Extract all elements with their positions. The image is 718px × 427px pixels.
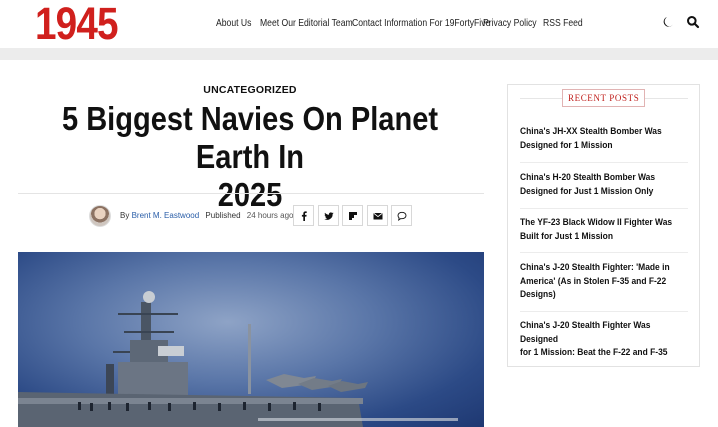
facebook-icon bbox=[301, 210, 307, 221]
recent-post-link[interactable]: China's J-20 Stealth Fighter Was Designe… bbox=[520, 319, 687, 360]
share-flipboard-button[interactable] bbox=[342, 205, 363, 226]
email-icon bbox=[373, 212, 382, 219]
recent-post-link[interactable]: China's J-20 Stealth Fighter: 'Made in A… bbox=[520, 261, 687, 302]
search-icon[interactable] bbox=[686, 15, 700, 29]
share-facebook-button[interactable] bbox=[293, 205, 314, 226]
post-title-line: for 1 Mission: Beat the F-22 and F-35 bbox=[520, 347, 668, 357]
recent-post-link[interactable]: China's JH-XX Stealth Bomber Was Designe… bbox=[520, 125, 687, 152]
aircraft-carrier-illustration bbox=[18, 291, 458, 427]
site-header: 1945 About Us Meet Our Editorial Team Co… bbox=[0, 0, 718, 48]
post-title-line: China's H-20 Stealth Bomber Was bbox=[520, 172, 656, 182]
post-title-line: China's J-20 Stealth Fighter: 'Made in bbox=[520, 262, 670, 272]
article-title: 5 Biggest Navies On Planet Earth In 2025 bbox=[30, 100, 470, 214]
article-category[interactable]: UNCATEGORIZED bbox=[0, 84, 500, 96]
nav-privacy-policy[interactable]: Privacy Policy bbox=[483, 17, 537, 29]
post-divider bbox=[520, 252, 688, 253]
nav-rss-feed[interactable]: RSS Feed bbox=[543, 17, 583, 29]
recent-posts-widget: RECENT POSTS China's JH-XX Stealth Bombe… bbox=[507, 84, 700, 367]
share-twitter-button[interactable] bbox=[318, 205, 339, 226]
header-divider bbox=[0, 48, 718, 60]
author-link[interactable]: Brent M. Eastwood bbox=[132, 211, 200, 220]
article-title-line-1: 5 Biggest Navies On Planet Earth In bbox=[61, 100, 439, 175]
twitter-icon bbox=[323, 211, 334, 220]
post-title-line: China's JH-XX Stealth Bomber Was bbox=[520, 126, 662, 136]
share-comment-button[interactable] bbox=[391, 205, 412, 226]
post-title-line: China's J-20 Stealth Fighter Was Designe… bbox=[520, 320, 651, 344]
post-title-line: Built for Just 1 Mission bbox=[520, 230, 613, 241]
post-divider bbox=[520, 311, 688, 312]
post-title-line: The YF-23 Black Widow II Fighter Was bbox=[520, 217, 673, 227]
comment-icon bbox=[397, 211, 406, 221]
title-divider bbox=[18, 193, 484, 194]
moon-icon[interactable] bbox=[661, 15, 675, 29]
post-title-line: Designs) bbox=[520, 289, 556, 299]
recent-post-link[interactable]: China's H-20 Stealth Bomber Was Designed… bbox=[520, 171, 687, 198]
nav-contact[interactable]: Contact Information For 19FortyFive bbox=[352, 17, 490, 29]
share-email-button[interactable] bbox=[367, 205, 388, 226]
recent-post-link[interactable]: The YF-23 Black Widow II Fighter Was Bui… bbox=[520, 216, 687, 243]
nav-editorial-team[interactable]: Meet Our Editorial Team bbox=[260, 17, 353, 29]
post-divider bbox=[520, 162, 688, 163]
published-time: 24 hours ago bbox=[246, 211, 294, 220]
byline-by: By bbox=[120, 211, 130, 220]
published-label: Published bbox=[205, 211, 241, 220]
widget-heading: RECENT POSTS bbox=[562, 89, 646, 107]
flipboard-icon bbox=[348, 211, 357, 220]
site-logo[interactable]: 1945 bbox=[35, 0, 119, 48]
post-title-line: America' (As in Stolen F-35 and F-22 bbox=[520, 275, 667, 286]
author-avatar[interactable] bbox=[89, 205, 111, 227]
post-title-line: Designed for 1 Mission bbox=[520, 139, 613, 150]
hero-image bbox=[18, 252, 484, 427]
post-title-line: Designed for Just 1 Mission Only bbox=[520, 185, 654, 196]
nav-about-us[interactable]: About Us bbox=[216, 17, 251, 29]
byline: By Brent M. Eastwood Published 24 hours … bbox=[120, 211, 293, 220]
post-divider bbox=[520, 208, 688, 209]
